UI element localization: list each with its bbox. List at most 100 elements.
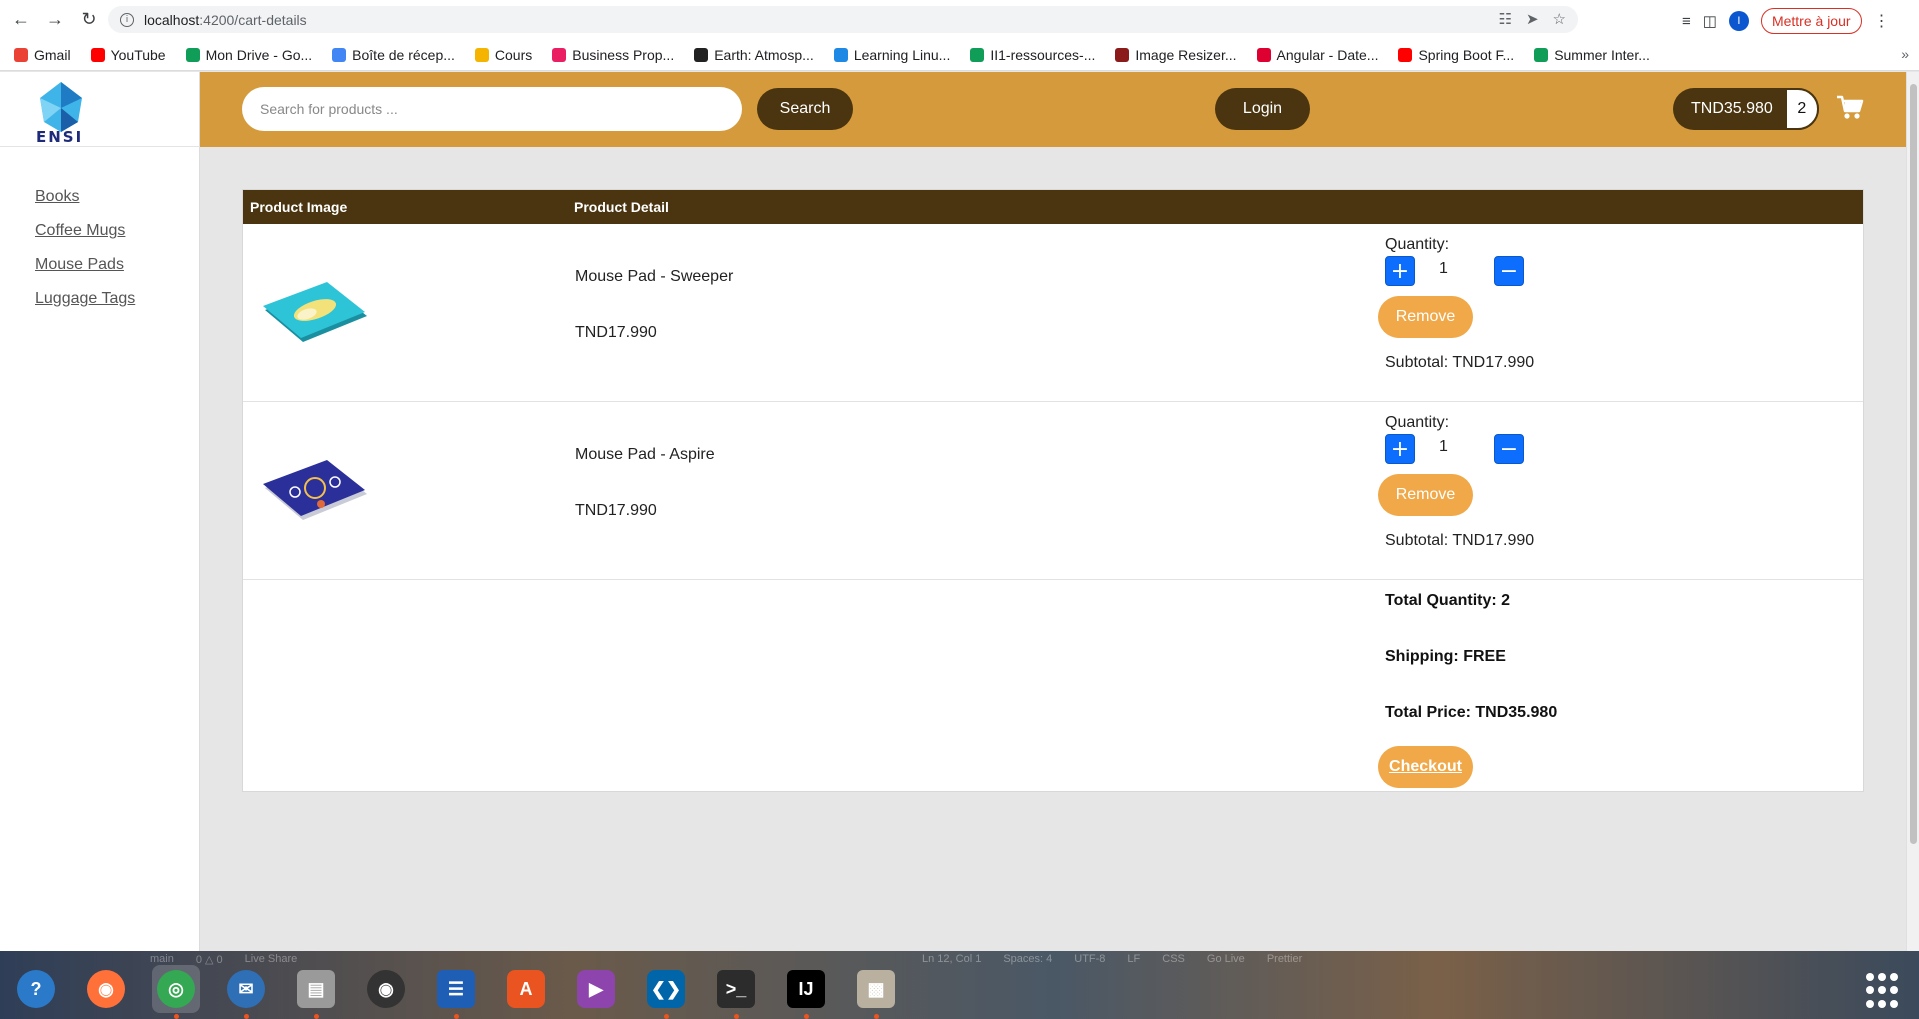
firefox-icon[interactable]: ◉	[82, 965, 130, 1013]
archive-icon[interactable]: ▩	[852, 965, 900, 1019]
decrement-quantity-button[interactable]: −	[1494, 434, 1524, 464]
cart-table: Product Image Product Detail Mouse Pad -…	[242, 189, 1864, 792]
bookmark-item[interactable]: Summer Inter...	[1534, 47, 1650, 63]
category-link-books[interactable]: Books	[35, 188, 79, 205]
chrome-icon[interactable]: ◎	[152, 965, 200, 1019]
url-host: localhost	[144, 11, 200, 28]
bookmark-item[interactable]: Angular - Date...	[1256, 47, 1378, 63]
shipping-info: Shipping: FREE	[1385, 648, 1506, 665]
bookmark-item[interactable]: Cours	[474, 47, 532, 63]
remove-item-button[interactable]: Remove	[1378, 296, 1473, 338]
intellij-icon[interactable]: IJ	[782, 965, 830, 1019]
bookmark-item[interactable]: YouTube	[90, 47, 166, 63]
bookmark-label: Learning Linu...	[853, 46, 951, 63]
sidebar-divider	[0, 146, 200, 147]
translate-icon[interactable]: ☷	[1499, 10, 1512, 28]
forward-icon[interactable]: →	[42, 7, 68, 33]
bookmark-favicon-icon	[474, 47, 489, 62]
vscode-icon[interactable]: ❮❯	[642, 965, 690, 1019]
bookmark-item[interactable]: Earth: Atmosp...	[694, 47, 814, 63]
menu-kebab-icon[interactable]: ⋮	[1874, 11, 1890, 31]
cart-total: TND35.980	[1691, 100, 1773, 117]
bookmark-item[interactable]: Boîte de récep...	[332, 47, 455, 63]
bookmark-label: Image Resizer...	[1135, 46, 1237, 63]
browser-toolbar: ← → ↻ i localhost:4200/cart-details ☷ ➤ …	[0, 0, 1919, 39]
increment-quantity-button[interactable]: +	[1385, 434, 1415, 464]
product-price: TND17.990	[575, 502, 657, 519]
category-link-luggage-tags[interactable]: Luggage Tags	[35, 290, 135, 307]
back-icon[interactable]: ←	[8, 7, 34, 33]
category-link-mouse-pads[interactable]: Mouse Pads	[35, 256, 124, 273]
writer-icon[interactable]: ☰	[432, 965, 480, 1019]
product-image	[263, 282, 367, 342]
bookmark-label: Business Prop...	[572, 46, 675, 63]
shopping-cart-icon[interactable]	[1836, 94, 1864, 120]
side-panel-icon[interactable]: ◫	[1703, 12, 1717, 30]
bookmark-favicon-icon	[1398, 47, 1413, 62]
bookmark-star-icon[interactable]: ☆	[1553, 10, 1566, 28]
checkout-button[interactable]: Checkout	[1378, 746, 1473, 788]
bookmark-favicon-icon	[970, 47, 985, 62]
bookmarks-bar: Gmail YouTube Mon Drive - Go... Boîte de ré…	[0, 39, 1919, 71]
status-bar-item: Ln 12, Col 1	[922, 953, 982, 965]
product-price: TND17.990	[575, 324, 657, 341]
quantity-label: Quantity:	[1385, 236, 1450, 253]
more-bookmarks-icon[interactable]: »	[1901, 46, 1909, 62]
category-link-coffee-mugs[interactable]: Coffee Mugs	[35, 222, 125, 239]
page-scrollbar[interactable]	[1906, 72, 1919, 951]
column-header-image: Product Image	[250, 199, 348, 215]
total-quantity: Total Quantity: 2	[1385, 592, 1511, 609]
thunderbird-icon[interactable]: ✉	[222, 965, 270, 1019]
site-info-icon[interactable]: i	[120, 12, 134, 27]
increment-quantity-button[interactable]: +	[1385, 256, 1415, 286]
bookmark-favicon-icon	[1115, 47, 1130, 62]
bookmark-label: Mon Drive - Go...	[205, 46, 313, 63]
rhythmbox-icon[interactable]: ◉	[362, 965, 410, 1013]
search-input[interactable]	[242, 87, 742, 131]
cart-table-header: Product Image Product Detail	[243, 190, 1863, 224]
category-item: Luggage Tags	[35, 290, 135, 324]
show-applications-icon[interactable]	[1866, 973, 1902, 1009]
bookmark-item[interactable]: Learning Linu...	[833, 46, 951, 63]
reading-list-icon[interactable]: ≡	[1682, 13, 1691, 30]
decrement-quantity-button[interactable]: −	[1494, 256, 1524, 286]
scrollbar-thumb[interactable]	[1910, 84, 1917, 844]
search-button[interactable]: Search	[757, 88, 853, 130]
bookmark-item[interactable]: Business Prop...	[552, 47, 674, 63]
sidebar: ENSI Books Coffee Mugs Mouse Pads Luggag…	[0, 72, 200, 951]
status-bar-item: CSS	[1162, 953, 1185, 965]
quantity-value: 1	[1439, 260, 1448, 277]
status-bar-item: UTF-8	[1074, 953, 1106, 965]
bookmark-favicon-icon	[1256, 47, 1271, 62]
bookmark-favicon-icon	[1534, 47, 1549, 62]
terminal-icon[interactable]: >_	[712, 965, 760, 1019]
dock-app-list: ? ◉ ◎ ✉ ▤ ◉ ☰ A ▶ ❮❯ >_ IJ ▩	[12, 965, 900, 1019]
item-subtotal: Subtotal: TND17.990	[1385, 532, 1535, 549]
help-icon[interactable]: ?	[12, 965, 60, 1013]
top-header: Search Login TND35.980 2	[200, 72, 1906, 147]
reload-icon[interactable]: ↻	[76, 7, 102, 33]
bookmark-favicon-icon	[332, 47, 347, 62]
bookmark-item[interactable]: Spring Boot F...	[1398, 47, 1514, 63]
bookmark-item[interactable]: Image Resizer...	[1115, 46, 1237, 63]
category-list: Books Coffee Mugs Mouse Pads Luggage Tag…	[35, 188, 135, 324]
files-icon[interactable]: ▤	[292, 965, 340, 1019]
remove-item-button[interactable]: Remove	[1378, 474, 1473, 516]
video-icon[interactable]: ▶	[572, 965, 620, 1013]
desktop-dock: main 0 △ 0 Live Share Ln 12, Col 1 Spaces: …	[0, 951, 1919, 1019]
cart-status[interactable]: TND35.980 2	[1673, 88, 1819, 130]
login-button[interactable]: Login	[1215, 88, 1310, 130]
bookmark-item[interactable]: II1-ressources-...	[970, 47, 1095, 63]
url-path: :4200/cart-details	[199, 11, 307, 28]
product-name: Mouse Pad - Aspire	[575, 446, 715, 463]
bookmark-item[interactable]: Gmail	[14, 47, 71, 63]
address-bar[interactable]: i localhost:4200/cart-details ☷ ➤ ☆	[108, 6, 1578, 33]
profile-avatar[interactable]: I	[1728, 11, 1749, 31]
bookmark-item[interactable]: Mon Drive - Go...	[185, 46, 313, 63]
update-button[interactable]: Mettre à jour	[1760, 8, 1862, 34]
status-bar-item: LF	[1127, 953, 1141, 965]
cart-summary: Total Quantity: 2 Shipping: FREE Total P…	[243, 580, 1863, 790]
appstore-icon[interactable]: A	[502, 965, 550, 1013]
send-icon[interactable]: ➤	[1526, 10, 1539, 28]
product-image	[263, 460, 367, 520]
